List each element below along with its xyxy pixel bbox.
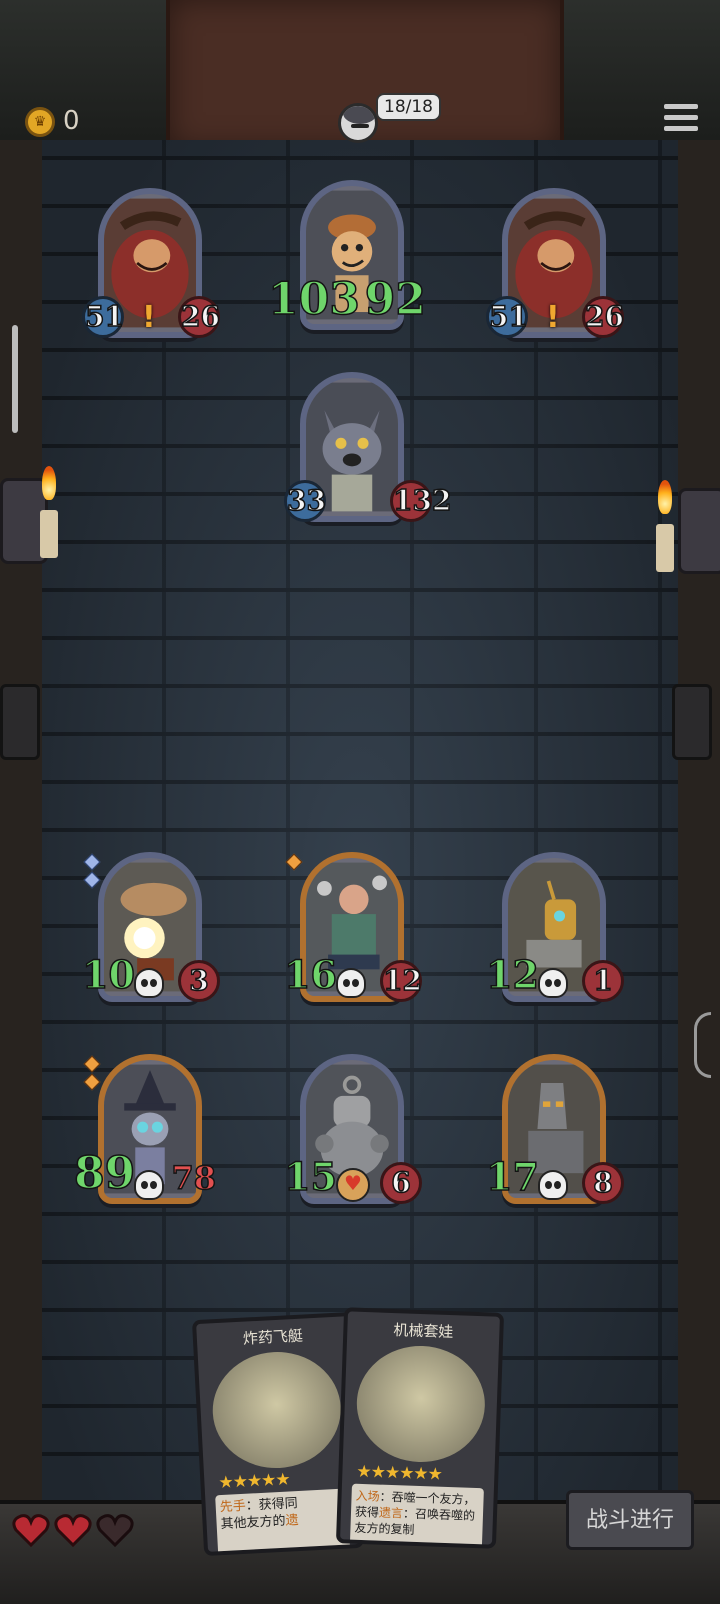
enemy-unit[interactable]: 103 92 xyxy=(267,180,427,340)
enemy-unit[interactable]: ! 51 26 xyxy=(486,188,625,348)
rank-gems xyxy=(285,853,303,874)
attack-value: 103 xyxy=(267,274,360,325)
enemy-unit[interactable]: ! 51 26 xyxy=(82,188,221,348)
right-candle xyxy=(656,524,674,572)
health-value: 6 xyxy=(380,1162,422,1204)
side-drawer-handle[interactable] xyxy=(12,325,18,433)
coin-count: 0 xyxy=(63,106,80,136)
left-flame-icon xyxy=(42,466,56,500)
skull-icon xyxy=(134,1170,164,1200)
health-value: 3 xyxy=(178,960,220,1002)
card-title: 机械套娃 xyxy=(393,1321,454,1342)
card-text: ：吞噬一个友方， xyxy=(379,1489,476,1507)
alert-icon: ! xyxy=(142,300,156,335)
keyword: 入场 xyxy=(355,1488,380,1504)
attack-value: 89 xyxy=(73,1148,136,1199)
nesting-robot-card-icon xyxy=(354,1343,487,1465)
right-edge-handle[interactable] xyxy=(694,1012,711,1078)
alert-icon: ! xyxy=(546,300,560,335)
health-value: 26 xyxy=(178,296,221,338)
card-stars: ★★★★★★ xyxy=(356,1461,443,1485)
keyword: 遗言 xyxy=(378,1505,404,1521)
left-candle xyxy=(40,510,58,558)
health-value: 92 xyxy=(364,274,427,325)
ally-unit[interactable]: ♥ 15 6 xyxy=(283,1054,422,1214)
hamburger-menu-icon[interactable] xyxy=(664,104,698,134)
ally-unit[interactable]: 10 3 xyxy=(81,852,220,1012)
ally-unit[interactable]: 12 1 xyxy=(485,852,624,1012)
left-bracket xyxy=(0,684,40,760)
rank-gems xyxy=(83,853,101,892)
heart-icon: ♥ xyxy=(336,1168,370,1202)
rank-gems xyxy=(83,1055,101,1094)
card-stars: ★★★★★ xyxy=(217,1469,291,1494)
skull-icon xyxy=(336,968,366,998)
hand-card[interactable]: 机械套娃 ★★★★★★ 入场：吞噬一个友方， 获得遗言：召唤吞噬的 友方的复制 xyxy=(335,1307,505,1549)
skull-icon xyxy=(134,968,164,998)
card-text: 友方的复制 xyxy=(354,1520,415,1537)
deck-counter: 18/18 xyxy=(376,93,441,121)
attack-value: 33 xyxy=(284,480,327,522)
life-heart-empty-icon xyxy=(96,1512,134,1548)
life-heart-icon xyxy=(54,1512,92,1548)
skull-icon xyxy=(538,1170,568,1200)
ally-unit[interactable]: 16 12 xyxy=(283,852,423,1012)
right-flame-icon xyxy=(658,480,672,514)
left-pillar xyxy=(0,140,45,1600)
enemy-unit[interactable]: 33 132 xyxy=(284,372,452,532)
right-bracket xyxy=(672,684,712,760)
airship-card-icon xyxy=(209,1348,344,1472)
keyword: 遗 xyxy=(285,1513,299,1529)
attack-value: 10 xyxy=(81,952,135,997)
ally-unit[interactable]: 89 78 xyxy=(73,1054,217,1214)
ally-unit[interactable]: 17 8 xyxy=(485,1054,624,1214)
attack-value: 17 xyxy=(485,1154,539,1199)
health-value: 78 xyxy=(171,1159,217,1197)
attack-value: 12 xyxy=(485,952,539,997)
card-title: 炸药飞艇 xyxy=(242,1326,304,1348)
right-sconce xyxy=(678,488,720,574)
health-value: 12 xyxy=(380,960,423,1002)
card-description: 入场：吞噬一个友方， 获得遗言：召唤吞噬的 友方的复制 xyxy=(349,1483,484,1549)
attack-value: 51 xyxy=(82,296,125,338)
card-text: ：获得同 xyxy=(245,1496,299,1514)
right-pillar xyxy=(675,140,720,1600)
start-battle-button[interactable]: 战斗进行 xyxy=(566,1490,694,1550)
health-value: 8 xyxy=(582,1162,624,1204)
coin-icon: ♛ xyxy=(25,107,55,137)
skull-icon xyxy=(538,968,568,998)
card-text: 其他友方的 xyxy=(220,1513,286,1533)
health-value: 26 xyxy=(582,296,625,338)
health-value: 1 xyxy=(582,960,624,1002)
life-heart-icon xyxy=(12,1512,50,1548)
attack-value: 51 xyxy=(486,296,529,338)
keyword: 先手 xyxy=(219,1498,247,1516)
opponent-avatar[interactable] xyxy=(338,103,378,143)
health-value: 132 xyxy=(390,480,452,522)
card-text: ：召唤吞噬的 xyxy=(402,1506,476,1523)
card-text: 获得 xyxy=(354,1504,380,1520)
card-description: 先手：获得同 其他友方的遗 xyxy=(215,1488,351,1557)
attack-value: 15 xyxy=(283,1154,337,1199)
attack-value: 16 xyxy=(283,952,337,997)
